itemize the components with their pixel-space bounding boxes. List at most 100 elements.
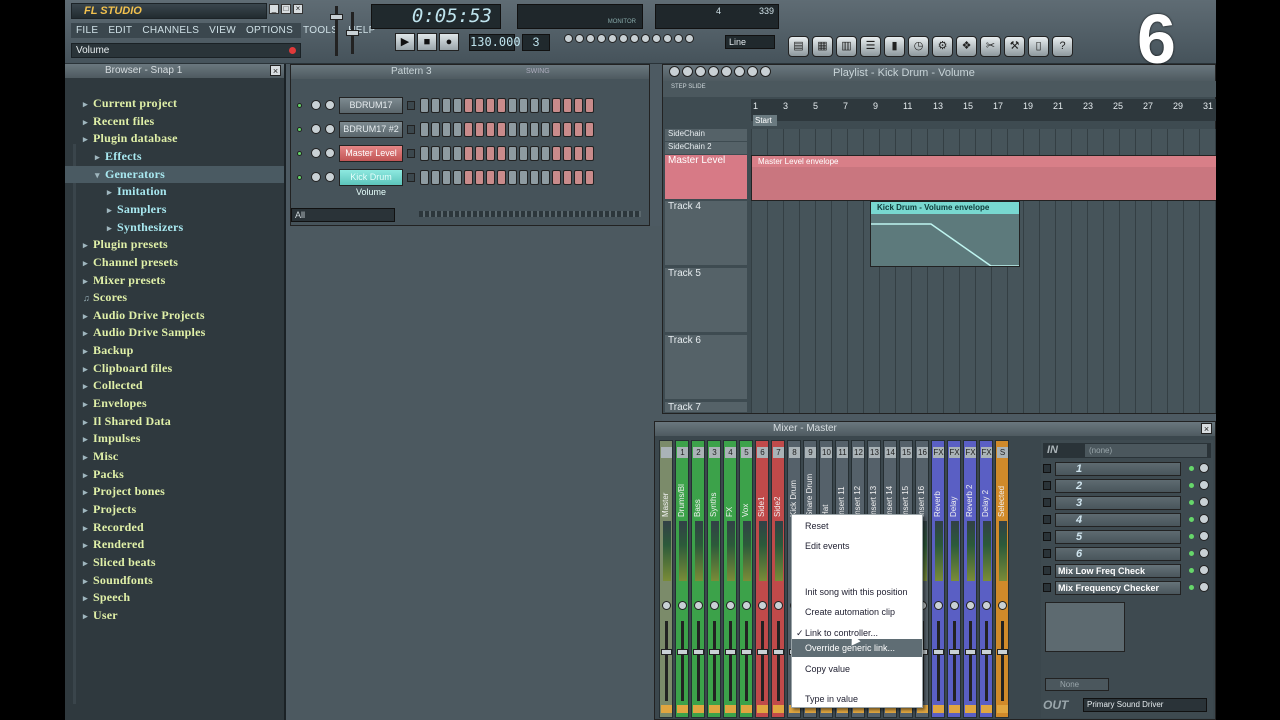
option-knob[interactable] xyxy=(685,34,694,43)
master-level-clip[interactable]: Master Level envelope xyxy=(751,155,1216,201)
zoom-tool-icon[interactable] xyxy=(747,66,758,77)
route-button[interactable] xyxy=(757,705,768,713)
channel-filter[interactable]: All xyxy=(291,208,395,222)
minimize-icon[interactable]: _ xyxy=(269,4,279,14)
step-button[interactable] xyxy=(552,98,561,113)
browser-item[interactable]: ▸ Plugin presets xyxy=(65,236,284,253)
effect-slot[interactable]: 4 xyxy=(1055,513,1181,527)
pan-knob[interactable] xyxy=(742,601,751,610)
pan-knob[interactable] xyxy=(982,601,991,610)
step-button[interactable] xyxy=(552,146,561,161)
step-button[interactable] xyxy=(574,98,583,113)
tempo-display[interactable]: 130.000 xyxy=(469,34,521,51)
volume-knob[interactable] xyxy=(325,124,335,134)
menu-item-file[interactable]: FILE xyxy=(71,23,103,38)
step-button[interactable] xyxy=(585,98,594,113)
browser-item[interactable]: ♫ Scores xyxy=(65,289,284,306)
step-button[interactable] xyxy=(563,122,572,137)
mixer-strip[interactable]: FX Reverb xyxy=(931,440,945,718)
channel-select-led[interactable] xyxy=(407,101,415,110)
mix-knob[interactable] xyxy=(1199,497,1209,507)
channel-name-button[interactable]: BDRUM17 xyxy=(339,97,403,114)
browser-item[interactable]: ▸ Audio Drive Samples xyxy=(65,324,284,341)
option-knob[interactable] xyxy=(575,34,584,43)
slot-enable-led[interactable] xyxy=(1189,466,1194,471)
route-button[interactable] xyxy=(773,705,784,713)
step-button[interactable] xyxy=(475,98,484,113)
step-button[interactable] xyxy=(530,122,539,137)
mix-knob[interactable] xyxy=(1199,548,1209,558)
step-button[interactable] xyxy=(453,98,462,113)
step-button[interactable] xyxy=(519,122,528,137)
step-button[interactable] xyxy=(563,146,572,161)
step-button[interactable] xyxy=(420,122,429,137)
slot-enable-led[interactable] xyxy=(1189,534,1194,539)
step-button[interactable] xyxy=(453,170,462,185)
effect-slot[interactable]: 2 xyxy=(1055,479,1181,493)
step-sequencer-icon[interactable]: ▦ xyxy=(812,36,833,57)
option-knob[interactable] xyxy=(597,34,606,43)
eq-display[interactable] xyxy=(1045,602,1125,652)
tools-icon[interactable]: ✂ xyxy=(980,36,1001,57)
step-button[interactable] xyxy=(420,146,429,161)
pan-knob[interactable] xyxy=(710,601,719,610)
step-button[interactable] xyxy=(464,170,473,185)
volume-knob[interactable] xyxy=(325,172,335,182)
browser-item[interactable]: ▸ Audio Drive Projects xyxy=(65,307,284,324)
step-button[interactable] xyxy=(552,170,561,185)
preset-selector[interactable]: None xyxy=(1045,678,1109,691)
mixer-icon[interactable]: ▮ xyxy=(884,36,905,57)
slot-enable-led[interactable] xyxy=(1189,500,1194,505)
option-knob[interactable] xyxy=(663,34,672,43)
slot-enable-led[interactable] xyxy=(1189,568,1194,573)
option-knob[interactable] xyxy=(586,34,595,43)
delete-tool-icon[interactable] xyxy=(695,66,706,77)
piano-roll-icon[interactable]: ▥ xyxy=(836,36,857,57)
step-button[interactable] xyxy=(530,146,539,161)
slot-select[interactable] xyxy=(1043,566,1051,575)
pan-knob[interactable] xyxy=(311,172,321,182)
pan-knob[interactable] xyxy=(678,601,687,610)
step-button[interactable] xyxy=(541,146,550,161)
context-menu-item[interactable]: Edit events xyxy=(792,537,922,555)
menu-item-view[interactable]: VIEW xyxy=(204,23,241,38)
input-selector[interactable]: IN (none) xyxy=(1043,443,1211,458)
slot-select[interactable] xyxy=(1043,549,1051,558)
route-button[interactable] xyxy=(997,705,1008,713)
step-button[interactable] xyxy=(541,98,550,113)
mixer-strip[interactable]: 6 Side1 xyxy=(755,440,769,718)
step-button[interactable] xyxy=(442,98,451,113)
step-button[interactable] xyxy=(431,146,440,161)
step-button[interactable] xyxy=(585,170,594,185)
route-button[interactable] xyxy=(677,705,688,713)
step-button[interactable] xyxy=(442,146,451,161)
mix-knob[interactable] xyxy=(1199,514,1209,524)
slot-select[interactable] xyxy=(1043,481,1051,490)
channel-mute-led[interactable] xyxy=(297,175,302,180)
draw-tool-icon[interactable] xyxy=(669,66,680,77)
select-tool-icon[interactable] xyxy=(734,66,745,77)
pattern-selector[interactable]: 3 xyxy=(522,34,550,51)
browser-item[interactable]: ▸ Packs xyxy=(65,466,284,483)
route-button[interactable] xyxy=(725,705,736,713)
volume-fader[interactable] xyxy=(965,649,976,655)
mixer-strip[interactable]: 7 Side2 xyxy=(771,440,785,718)
pan-knob[interactable] xyxy=(311,124,321,134)
channel-select-led[interactable] xyxy=(407,149,415,158)
context-menu-item[interactable]: Init song with this position xyxy=(792,583,922,601)
file-icon[interactable]: ▯ xyxy=(1028,36,1049,57)
output-selector[interactable]: Primary Sound Driver xyxy=(1083,698,1207,712)
option-knob[interactable] xyxy=(641,34,650,43)
pan-knob[interactable] xyxy=(311,148,321,158)
channel-name-button[interactable]: Master Level xyxy=(339,145,403,162)
step-button[interactable] xyxy=(497,170,506,185)
browser-item[interactable]: ▸ Recent files xyxy=(65,113,284,130)
mixer-strip[interactable]: S Selected xyxy=(995,440,1009,718)
option-knob[interactable] xyxy=(564,34,573,43)
step-button[interactable] xyxy=(486,98,495,113)
stop-button[interactable]: ■ xyxy=(417,33,437,51)
route-button[interactable] xyxy=(933,705,944,713)
step-button[interactable] xyxy=(464,146,473,161)
mixer-strip[interactable]: FX Delay xyxy=(947,440,961,718)
channel-mute-led[interactable] xyxy=(297,151,302,156)
